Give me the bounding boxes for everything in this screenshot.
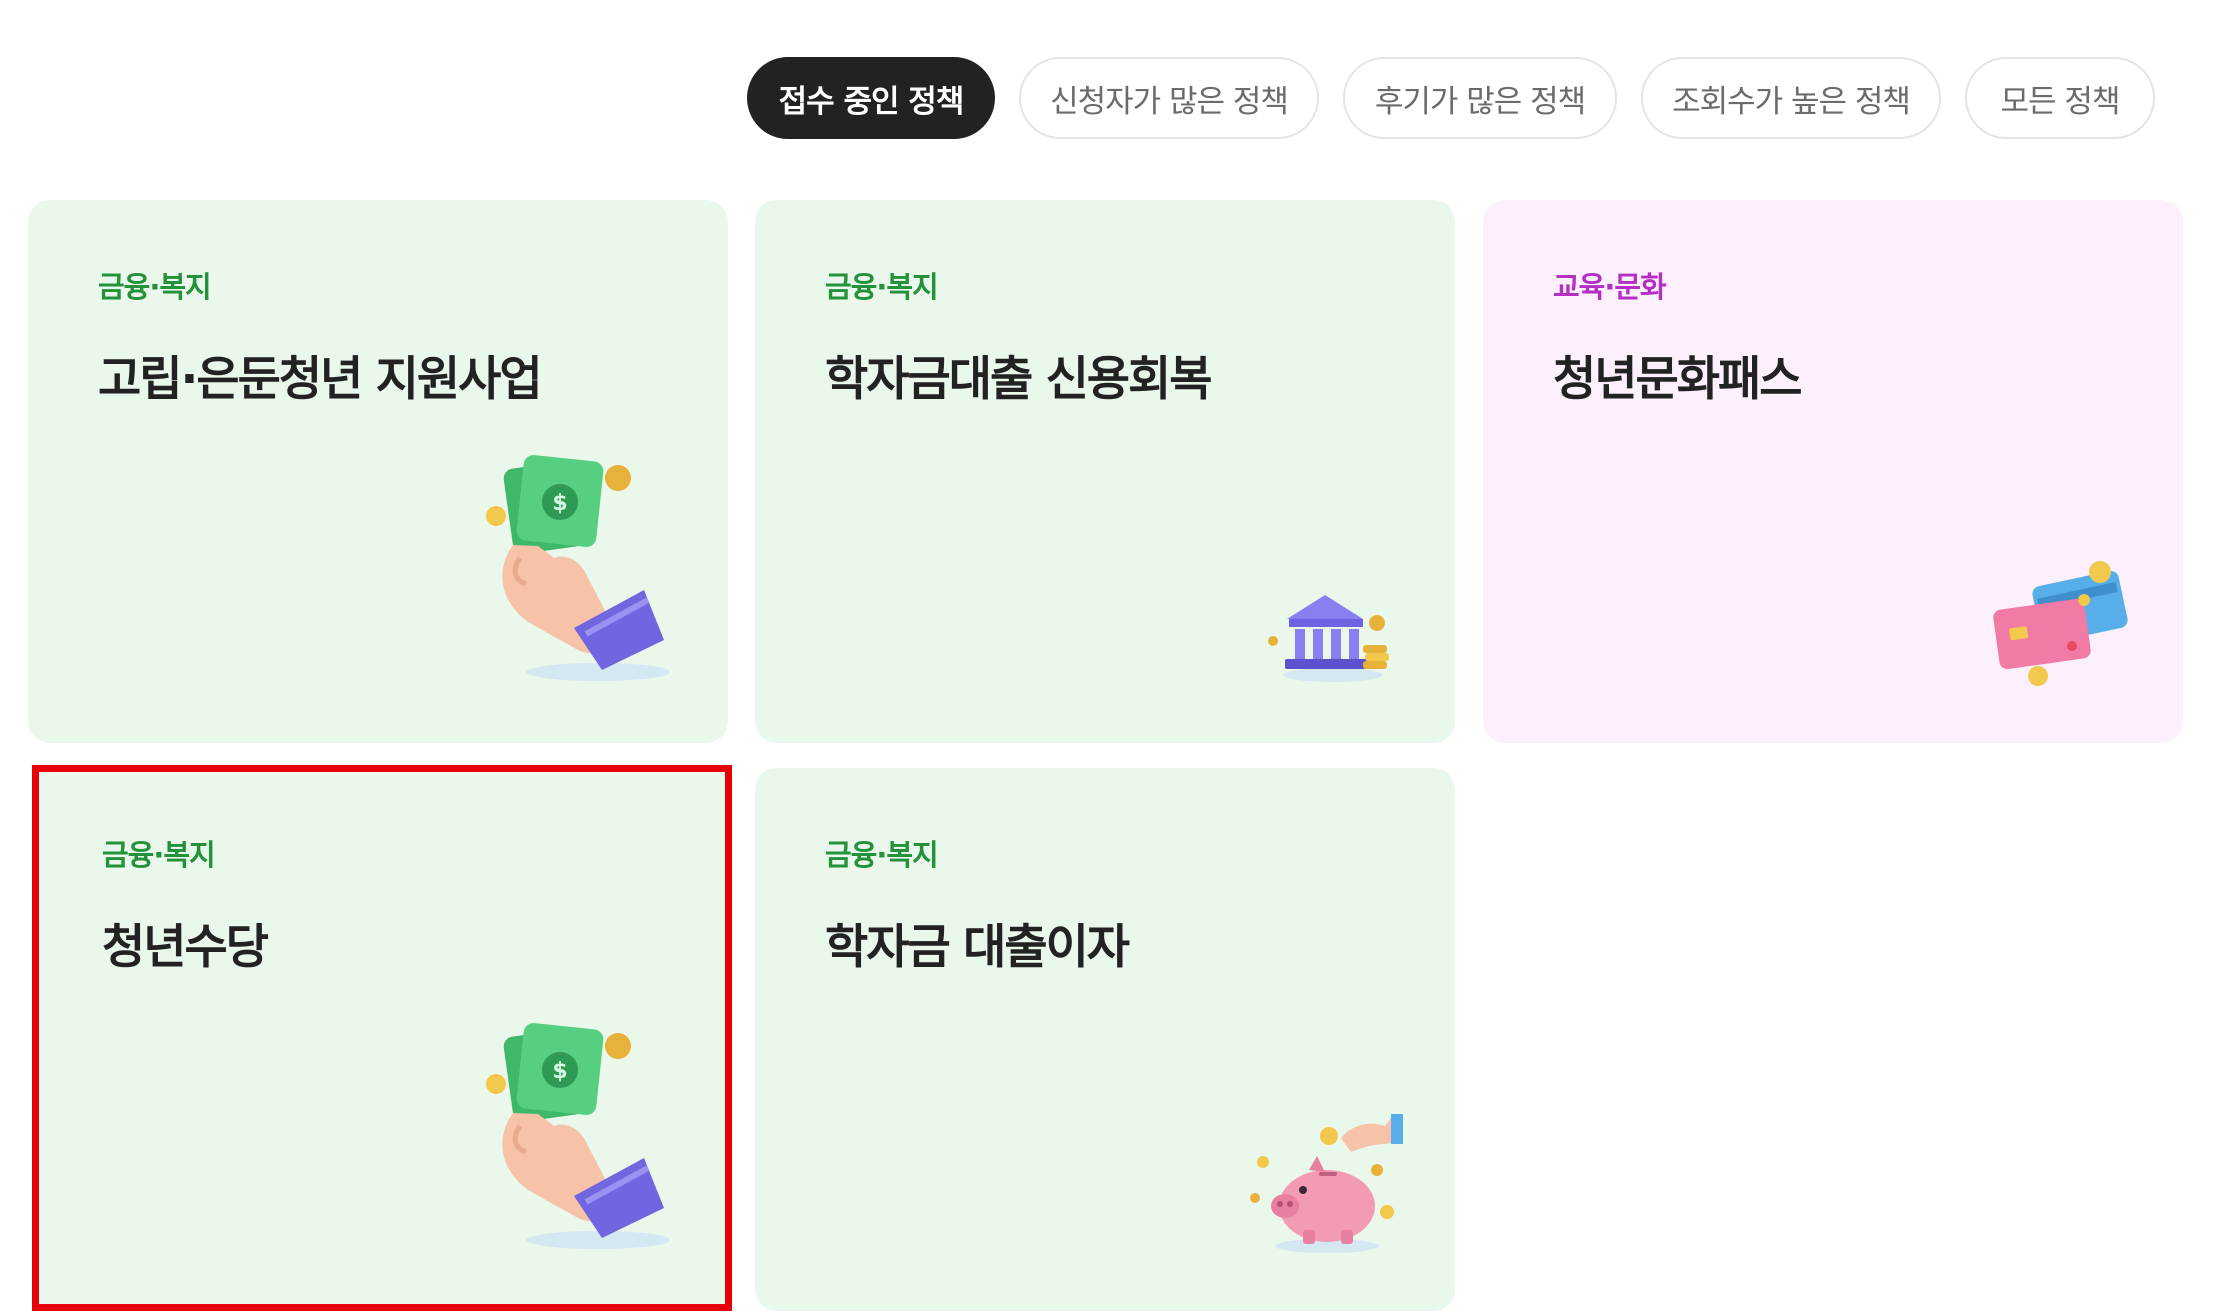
- money-hand-icon: $: [486, 1023, 670, 1249]
- money-hand-icon: $: [486, 455, 670, 681]
- filter-tab-most-reviews[interactable]: 후기가 많은 정책: [1343, 57, 1617, 139]
- filter-tab-all[interactable]: 모든 정책: [1965, 57, 2155, 139]
- credit-card-icon: [1993, 561, 2128, 686]
- card-category: 금융·복지: [102, 838, 216, 872]
- policy-card-youth-allowance[interactable]: 금융·복지 청년수당 $: [32, 768, 732, 1311]
- piggy-bank-icon: [1250, 1114, 1403, 1253]
- filter-tab-most-applicants[interactable]: 신청자가 많은 정책: [1019, 57, 1319, 139]
- bank-icon: [1268, 595, 1389, 682]
- card-category: 금융·복지: [98, 270, 212, 304]
- card-category: 금융·복지: [825, 838, 939, 872]
- card-title: 학자금 대출이자: [825, 920, 1130, 975]
- policy-card-youth-culture-pass[interactable]: 교육·문화 청년문화패스: [1483, 200, 2183, 743]
- policy-card-student-loan-credit[interactable]: 금융·복지 학자금대출 신용회복: [755, 200, 1455, 743]
- card-title: 청년문화패스: [1553, 352, 1802, 407]
- filter-tab-accepting[interactable]: 접수 중인 정책: [747, 57, 995, 139]
- policy-card-isolated-youth[interactable]: 금융·복지 고립·은둔청년 지원사업 $: [28, 200, 728, 743]
- card-category: 교육·문화: [1553, 270, 1667, 304]
- card-title: 청년수당: [102, 920, 269, 975]
- filter-tab-most-views[interactable]: 조회수가 높은 정책: [1641, 57, 1941, 139]
- policy-page: 접수 중인 정책 신청자가 많은 정책 후기가 많은 정책 조회수가 높은 정책…: [0, 0, 2215, 1316]
- policy-filter-tabs: 접수 중인 정책 신청자가 많은 정책 후기가 많은 정책 조회수가 높은 정책…: [747, 57, 2155, 139]
- card-title: 학자금대출 신용회복: [825, 352, 1213, 407]
- card-title: 고립·은둔청년 지원사업: [98, 352, 543, 407]
- policy-card-student-loan-interest[interactable]: 금융·복지 학자금 대출이자: [755, 768, 1455, 1311]
- card-category: 금융·복지: [825, 270, 939, 304]
- svg-text:$: $: [552, 1059, 567, 1084]
- svg-text:$: $: [552, 491, 567, 516]
